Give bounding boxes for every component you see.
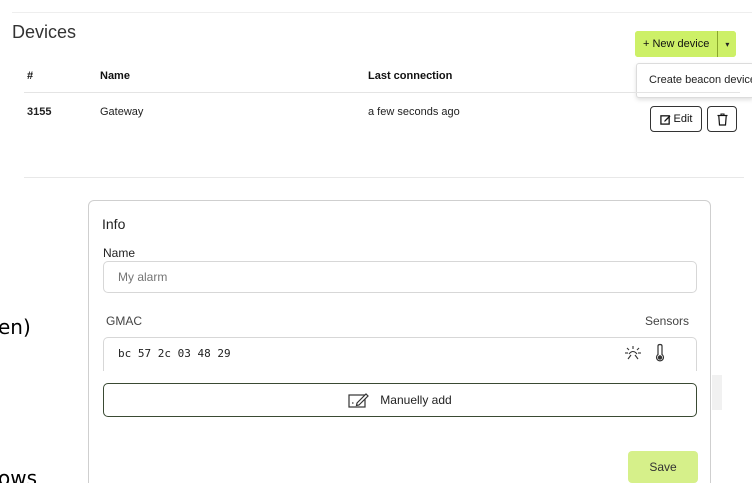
device-id: 3155 — [27, 106, 52, 118]
table-bottom-divider — [24, 177, 744, 178]
delete-button[interactable] — [707, 106, 737, 132]
new-device-button-group: + New device ▾ — [635, 31, 737, 57]
sensors-label: Sensors — [645, 314, 690, 328]
manually-add-label: Manuelly add — [380, 393, 452, 407]
save-button[interactable]: Save — [628, 451, 698, 483]
chevron-down-icon: ▾ — [725, 39, 730, 49]
gmac-label: GMAC — [106, 314, 142, 328]
cropped-text-fragment-top: en) — [0, 315, 31, 339]
scroll-edge — [712, 375, 722, 410]
light-icon — [625, 346, 641, 360]
edit-icon — [659, 114, 671, 125]
info-title: Info — [102, 216, 126, 232]
manually-add-button[interactable]: Manuelly add — [103, 383, 697, 417]
gmac-value: bc 57 2c 03 48 29 — [118, 347, 231, 360]
column-header-id: # — [27, 70, 34, 82]
name-input[interactable] — [103, 261, 697, 293]
device-last-connection: a few seconds ago — [368, 106, 460, 118]
column-header-name: Name — [100, 70, 130, 82]
edit-note-icon — [348, 393, 370, 408]
new-device-button[interactable]: + New device — [635, 31, 718, 57]
new-device-dropdown-toggle[interactable]: ▾ — [717, 31, 737, 57]
screen: Devices + New device ▾ Create beacon dev… — [0, 0, 752, 483]
devices-title: Devices — [12, 22, 77, 42]
device-name: Gateway — [100, 106, 144, 118]
dropdown-item-create-beacon[interactable]: Create beacon device — [649, 74, 752, 86]
trash-icon — [717, 112, 727, 126]
name-label: Name — [103, 246, 136, 260]
cropped-text-fragment-bottom: ows — [0, 466, 38, 483]
edit-button-label: Edit — [673, 113, 693, 125]
thermometer-icon — [655, 343, 665, 362]
header-divider — [24, 92, 740, 93]
edit-button[interactable]: Edit — [650, 106, 702, 132]
column-header-last-connection: Last connection — [368, 70, 453, 82]
